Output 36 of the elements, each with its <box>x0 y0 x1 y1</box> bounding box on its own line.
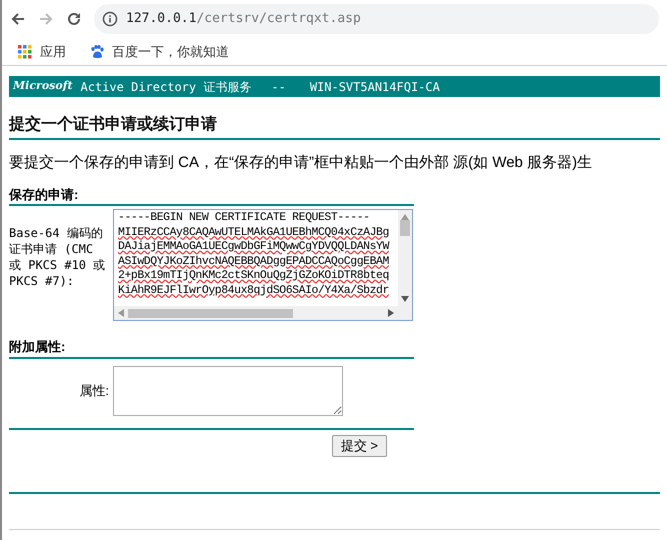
section-heading: 附加属性: <box>9 337 414 358</box>
scroll-down-icon[interactable] <box>401 296 409 302</box>
info-icon[interactable] <box>102 11 118 27</box>
bookmark-item[interactable]: 应用 <box>10 40 74 64</box>
section-heading: 保存的申请: <box>9 184 414 206</box>
reload-icon[interactable] <box>66 11 82 27</box>
scroll-left-icon[interactable] <box>118 309 124 317</box>
request-text-line: 2+pBx19mTIjQnKMc2ctSKnOuQgZjGZoKOiDTR8bteq <box>118 269 389 284</box>
request-text-line: ASIwDQYJKoZIhvcNAQEBBQADggEPADCCAQoCggEBAM <box>118 254 389 269</box>
page-title: 提交一个证书申请或续订申请 <box>9 113 660 140</box>
request-text-line: -----BEGIN NEW CERTIFICATE REQUEST----- <box>118 211 370 226</box>
field-label: Base-64 编码的证书申请 (CMC 或 PKCS #10 或 PKCS #7): <box>9 225 106 290</box>
scroll-thumb[interactable] <box>400 220 410 236</box>
attributes-textarea[interactable] <box>113 366 343 416</box>
ca-name: WIN-SVT5AN14FQI-CA <box>308 78 441 96</box>
address-bar[interactable]: 127.0.0.1/certsrv/certrqxt.asp <box>94 4 659 34</box>
intro-text: 要提交一个保存的申请到 CA，在“保存的申请”框中粘贴一个由外部 源(如 Web 服务器)生 <box>9 153 594 173</box>
logo-text: Microsoft <box>13 78 73 94</box>
separator-text: -- <box>270 78 287 96</box>
vertical-scrollbar[interactable] <box>398 210 412 306</box>
request-text-line: KiAhR9EJFlIwrOyp84ux8qjdSO6SAIo/Y4Xa/Sbzdr <box>118 284 389 298</box>
request-text-line: DAJiajEMMAoGA1UECgwDbGFiMQwwCgYDVQQLDANsYW <box>118 240 389 254</box>
url-text: 127.0.0.1/certsrv/certrqxt.asp <box>126 10 361 28</box>
forward-arrow-icon[interactable] <box>38 11 54 27</box>
scroll-thumb[interactable] <box>128 308 293 318</box>
submit-button[interactable]: 提交 > <box>332 434 387 456</box>
request-textarea[interactable] <box>113 209 413 321</box>
scroll-right-icon[interactable] <box>388 309 394 317</box>
request-text-line: MIIERzCCAy8CAQAwUTELMAkGA1UEBhMCQ04xCzAJBg <box>118 226 389 240</box>
field-label: 属性: <box>78 382 109 400</box>
paw-icon <box>90 44 104 58</box>
service-title: Active Directory 证书服务 <box>80 78 252 96</box>
back-arrow-icon[interactable] <box>10 11 26 27</box>
horizontal-scrollbar[interactable] <box>114 306 412 320</box>
apps-grid-icon <box>18 44 32 58</box>
bookmark-item[interactable]: 百度一下，你就知道 <box>82 40 237 64</box>
